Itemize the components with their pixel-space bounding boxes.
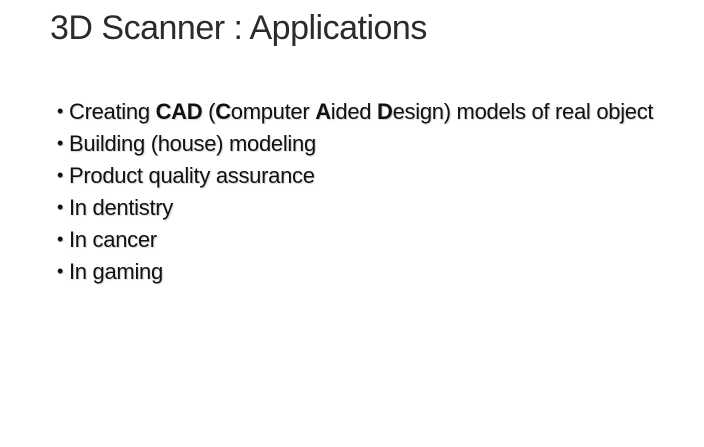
bullet-item-gaming: • In gaming	[57, 258, 697, 285]
bullet-list: • Creating CAD (Computer Aided Design) m…	[57, 98, 697, 290]
bullet-text-bold: D	[377, 99, 393, 124]
bullet-icon: •	[57, 261, 64, 281]
bullet-text: In gaming	[69, 259, 163, 284]
bullet-text-part: esign) models of real object	[392, 99, 654, 124]
bullet-icon: •	[57, 165, 64, 185]
bullet-text-bold: A	[315, 99, 331, 124]
bullet-text-part: (	[202, 99, 216, 124]
bullet-item-cad: • Creating CAD (Computer Aided Design) m…	[57, 98, 697, 125]
slide: 3D Scanner : Applications • Creating CAD…	[0, 0, 704, 447]
bullet-icon: •	[57, 197, 64, 217]
bullet-icon: •	[57, 133, 64, 153]
bullet-text-part: omputer	[230, 99, 316, 124]
bullet-text-bold: C	[215, 99, 231, 124]
bullet-item-dentistry: • In dentistry	[57, 194, 697, 221]
bullet-item-cancer: • In cancer	[57, 226, 697, 253]
bullet-icon: •	[57, 229, 64, 249]
bullet-text: In dentistry	[69, 195, 174, 220]
bullet-item-quality: • Product quality assurance	[57, 162, 697, 189]
bullet-text: In cancer	[69, 227, 157, 252]
bullet-item-building: • Building (house) modeling	[57, 130, 697, 157]
bullet-text-bold: CAD	[155, 99, 203, 124]
bullet-text-part: Creating	[69, 99, 156, 124]
bullet-text: Product quality assurance	[69, 163, 315, 188]
slide-title: 3D Scanner : Applications	[50, 9, 427, 47]
bullet-icon: •	[57, 101, 64, 121]
bullet-text-part: ided	[330, 99, 378, 124]
bullet-text: Building (house) modeling	[69, 131, 316, 156]
